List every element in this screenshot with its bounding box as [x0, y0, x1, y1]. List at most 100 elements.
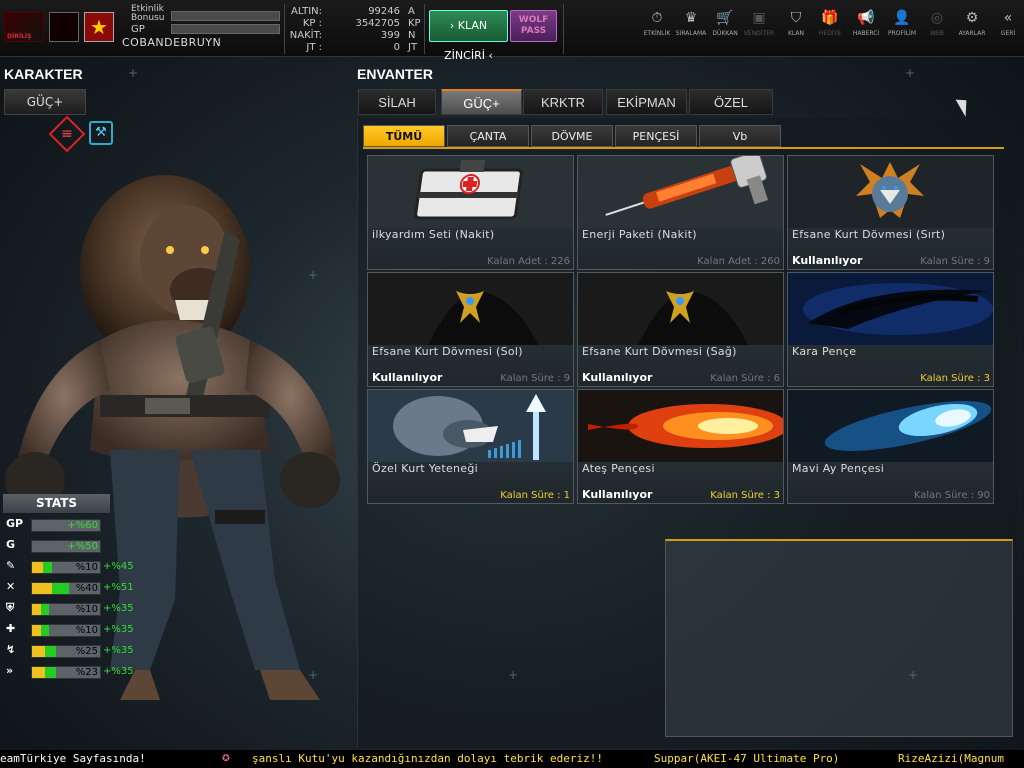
stat-fill-bonus — [52, 583, 69, 594]
item-status: Kullanılıyor — [582, 488, 653, 501]
wolf-pass-button[interactable]: WOLF PASS — [510, 10, 557, 42]
inventory-item-card[interactable]: Kara Pençe Kalan Süre : 3 — [787, 272, 994, 387]
item-status: Kullanılıyor — [792, 254, 863, 267]
stat-icon: ✕ — [6, 580, 16, 593]
nav-icon: ♛ — [684, 10, 698, 26]
nav-label: ETKİNLİK — [643, 30, 671, 37]
decor-plus: + — [508, 668, 519, 682]
bonus-label: Etkinlik Bonusu — [131, 4, 165, 23]
inventory-item-card[interactable]: Efsane Kurt Dövmesi (Sol) Kullanılıyor Kal… — [367, 272, 574, 387]
blue-skill-icon[interactable]: ⚒ — [89, 121, 113, 145]
stat-bonus: +%35 — [103, 624, 134, 635]
item-remaining: Kalan Adet : 226 — [487, 256, 570, 267]
nav-label: KLAN — [787, 30, 804, 37]
currency-unit: N — [408, 30, 416, 41]
nav-label: VENDİTER — [743, 30, 775, 37]
nav-item[interactable]: 🛒 DÜKKAN — [708, 10, 742, 37]
stat-row: ✚ %10 +%35 — [4, 622, 144, 639]
stat-fill-bonus — [45, 667, 56, 678]
stat-fill-bonus — [43, 562, 52, 573]
inventory-heading: ENVANTER — [357, 66, 433, 82]
inventory-item-card[interactable]: Efsane Kurt Dövmesi (Sağ) Kullanılıyor Kal… — [577, 272, 784, 387]
stat-row: G +%50 — [4, 538, 144, 555]
nav-item[interactable]: 👤 PROFİLİM — [885, 10, 919, 37]
clan-emblem[interactable] — [49, 12, 79, 42]
nav-item[interactable]: ⚙ AYARLAR — [955, 10, 989, 37]
nav-item[interactable]: ⛉ KLAN — [779, 10, 813, 37]
inventory-tab[interactable]: EKİPMAN — [606, 89, 687, 115]
nav-label: HABERCİ — [852, 30, 880, 37]
bonus-bar — [171, 11, 280, 21]
inventory-item-card[interactable]: Efsane Kurt Dövmesi (Sırt) Kullanılıyor Ka… — [787, 155, 994, 270]
username: COBANDEBRUYN — [122, 36, 222, 49]
stat-icon: » — [6, 664, 14, 677]
inventory-subtab[interactable]: TÜMÜ — [363, 125, 445, 147]
news-ticker: eamTürkiye Sayfasında! ✪ şanslı Kutu'yu … — [0, 750, 1024, 768]
inventory-tab[interactable]: ÖZEL — [689, 89, 773, 115]
currency-unit: JT — [408, 42, 418, 53]
stat-row: ↯ %25 +%35 — [4, 643, 144, 660]
stat-bonus: +%35 — [103, 645, 134, 656]
decor-plus: + — [128, 66, 139, 80]
stat-fill-base — [32, 646, 45, 657]
stat-fill-base — [32, 667, 45, 678]
top-bar: DİRİLİŞ ★ Etkinlik Bonusu GP COBANDEBRUY… — [0, 0, 1024, 62]
red-skill-icon[interactable]: ≡ — [48, 115, 86, 153]
inventory-subtab[interactable]: PENÇESİ — [615, 125, 697, 147]
item-name: Özel Kurt Yeteneği — [372, 462, 479, 475]
stat-bar: +%50 — [31, 540, 101, 553]
nav-icon: ⛉ — [790, 10, 802, 26]
stat-fill-base — [32, 583, 52, 594]
gp-bar — [171, 24, 280, 34]
decor-plus: + — [308, 268, 319, 282]
stat-row: ✎ %10 +%45 — [4, 559, 144, 576]
character-tab-guc[interactable]: GÜÇ+ — [4, 89, 86, 115]
currency-label: KP : — [302, 18, 322, 29]
inventory-item-card[interactable]: Özel Kurt Yeteneği Kalan Süre : 1 — [367, 389, 574, 504]
clan-chain-button[interactable]: › KLAN ZİNCİRİ ‹ — [429, 10, 508, 62]
item-remaining: Kalan Süre : 3 — [710, 490, 780, 501]
inventory-item-card[interactable]: Ateş Pençesi Kullanılıyor Kalan Süre : 3 — [577, 389, 784, 504]
item-name: Efsane Kurt Dövmesi (Sağ) — [582, 345, 737, 358]
inventory-subtab[interactable]: DÖVME — [531, 125, 613, 147]
nav-label: DÜKKAN — [712, 30, 738, 37]
stat-row: GP +%60 — [4, 517, 144, 534]
item-image — [578, 156, 783, 228]
nav-item[interactable]: ▣ VENDİTER — [742, 10, 776, 37]
decor-plus: + — [905, 66, 916, 80]
stat-bar: %10 — [31, 561, 101, 574]
stat-fill-base — [32, 625, 41, 636]
gp-label: GP — [131, 24, 145, 35]
inventory-item-card[interactable]: Enerji Paketi (Nakit) Kalan Adet : 260 — [577, 155, 784, 270]
item-detail-box — [665, 539, 1013, 737]
ticker-item: eamTürkiye Sayfasında! — [0, 752, 146, 765]
currency-value: 99246 — [368, 6, 400, 17]
stat-value: %40 — [75, 583, 98, 594]
stat-bar: +%60 — [31, 519, 101, 532]
item-remaining: Kalan Süre : 3 — [920, 373, 990, 384]
inventory-subtab[interactable]: Vb — [699, 125, 781, 147]
inventory-tab[interactable]: KRKTR — [523, 89, 603, 115]
nav-item[interactable]: 📢 HABERCİ — [849, 10, 883, 37]
stat-value: %10 — [75, 625, 98, 636]
stat-bonus: +%35 — [103, 666, 134, 677]
item-name: Enerji Paketi (Nakit) — [582, 228, 697, 241]
item-remaining: Kalan Adet : 260 — [697, 256, 780, 267]
inventory-item-card[interactable]: ilkyardım Seti (Nakit) Kalan Adet : 226 — [367, 155, 574, 270]
inventory-tab[interactable]: GÜÇ+ — [441, 89, 522, 115]
nav-item[interactable]: 🎁 HEDİYE — [813, 10, 847, 37]
currency-label: ALTIN: — [291, 6, 322, 17]
item-status: Kullanılıyor — [582, 371, 653, 384]
nav-item[interactable]: ◎ WEB — [920, 10, 954, 37]
inventory-subtab[interactable]: ÇANTA — [447, 125, 529, 147]
nav-label: PROFİLİM — [887, 30, 917, 37]
nav-item[interactable]: ⏱ ETKİNLİK — [640, 10, 674, 37]
nav-item[interactable]: ♛ SIRALAMA — [674, 10, 708, 37]
nav-item[interactable]: « GERİ — [991, 10, 1024, 37]
star-badge-icon: ✪ — [222, 750, 230, 765]
inventory-tab[interactable]: SİLAH — [358, 89, 436, 115]
stat-row: ⛨ %10 +%35 — [4, 601, 144, 618]
inventory-item-card[interactable]: Mavi Ay Pençesi Kalan Süre : 90 — [787, 389, 994, 504]
nav-icon: ⚙ — [965, 10, 979, 26]
stat-fill-bonus — [45, 646, 56, 657]
